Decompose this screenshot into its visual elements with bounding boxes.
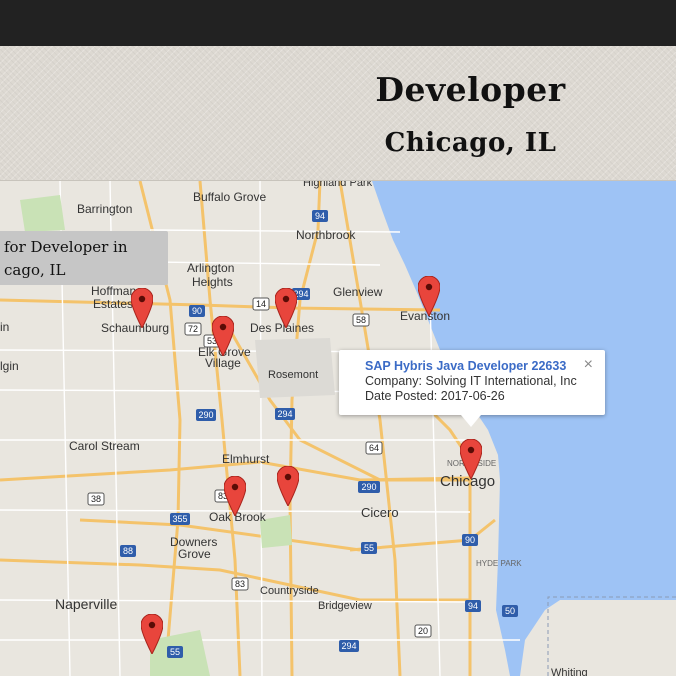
label-cicero: Cicero (361, 505, 399, 520)
shield-r58: 58 (352, 313, 370, 327)
label-buffalo-grove: Buffalo Grove (193, 190, 266, 204)
location-subtitle: Chicago, IL (384, 128, 557, 158)
label-carol-stream: Carol Stream (69, 439, 140, 453)
search-summary-line1: for Developer in (4, 238, 128, 256)
job-info-window: SAP Hybris Java Developer 22633 Company:… (339, 350, 605, 427)
shield-i94-south: 94 (465, 600, 481, 612)
shield-r88: 88 (120, 545, 136, 557)
marker-elmhurst[interactable] (277, 466, 299, 506)
label-elk-grove-2: Village (205, 356, 241, 370)
svg-text:294: 294 (341, 641, 356, 651)
shield-i94-north: 94 (312, 210, 328, 222)
svg-text:72: 72 (188, 324, 198, 334)
svg-text:58: 58 (356, 315, 366, 325)
shield-i290: 290 (196, 409, 216, 421)
shield-r38: 38 (87, 492, 105, 506)
label-in: in (0, 320, 9, 334)
label-arlington-2: Heights (192, 275, 233, 289)
svg-text:20: 20 (418, 626, 428, 636)
svg-text:55: 55 (170, 647, 180, 657)
shield-us20: 20 (414, 624, 432, 638)
svg-text:90: 90 (465, 535, 475, 545)
label-oak-brook: Oak Brook (209, 510, 267, 524)
shield-r72: 72 (184, 322, 202, 336)
label-arlington-1: Arlington (187, 261, 234, 275)
label-bridgeview: Bridgeview (318, 600, 372, 612)
label-highland-park: Highland Park (303, 181, 373, 189)
svg-text:94: 94 (315, 211, 325, 221)
page-banner (0, 46, 676, 181)
shield-r50: 50 (502, 605, 518, 617)
label-evanston: Evanston (400, 309, 450, 323)
job-date-posted: Date Posted: 2017-06-26 (365, 389, 505, 403)
search-summary-line2: cago, IL (4, 261, 66, 279)
label-chicago: Chicago (440, 473, 495, 490)
shield-i55: 55 (361, 542, 377, 554)
label-northbrook: Northbrook (296, 228, 356, 242)
state-border (547, 596, 676, 676)
shield-i290-east: 290 (358, 481, 380, 493)
ohare-area (255, 338, 335, 398)
svg-text:355: 355 (172, 514, 187, 524)
svg-text:55: 55 (364, 543, 374, 553)
svg-text:94: 94 (468, 601, 478, 611)
shield-r83b: 83 (231, 577, 249, 591)
shield-us14: 14 (252, 297, 270, 311)
label-elgin: lgin (0, 359, 19, 373)
label-rosemont: Rosemont (268, 369, 318, 381)
svg-text:290: 290 (361, 482, 376, 492)
shield-i355: 355 (170, 513, 190, 525)
shield-i55-south: 55 (167, 646, 183, 658)
svg-text:50: 50 (505, 606, 515, 616)
label-barrington: Barrington (77, 202, 132, 216)
svg-text:38: 38 (91, 494, 101, 504)
svg-text:88: 88 (123, 546, 133, 556)
svg-text:14: 14 (256, 299, 266, 309)
page-title: Developer (375, 70, 566, 109)
label-elmhurst: Elmhurst (222, 452, 270, 466)
job-company: Company: Solving IT International, Inc (365, 374, 577, 388)
svg-text:83: 83 (235, 579, 245, 589)
label-naperville: Naperville (55, 596, 117, 612)
svg-text:64: 64 (369, 443, 379, 453)
job-title-link[interactable]: SAP Hybris Java Developer 22633 (365, 359, 605, 373)
label-glenview: Glenview (333, 285, 383, 299)
shield-i294-mid: 294 (275, 408, 295, 420)
label-whiting: Whiting (551, 667, 588, 676)
label-des-plaines: Des Plaines (250, 321, 314, 335)
label-hoffman-2: Estates (93, 297, 133, 311)
svg-text:290: 290 (198, 410, 213, 420)
label-downers-2: Grove (178, 547, 211, 561)
shield-i90-west: 90 (189, 305, 205, 317)
label-hoffman-1: Hoffman (91, 284, 136, 298)
search-summary-overlay: for Developer in cago, IL (0, 231, 168, 285)
top-navbar (0, 0, 676, 46)
shield-r64: 64 (365, 441, 383, 455)
shield-i90-south: 90 (462, 534, 478, 546)
svg-text:294: 294 (277, 409, 292, 419)
close-icon[interactable]: × (584, 356, 593, 374)
label-schaumburg: Schaumburg (101, 321, 169, 335)
shield-i294-south: 294 (339, 640, 359, 652)
svg-text:90: 90 (192, 306, 202, 316)
label-countryside: Countryside (260, 585, 319, 597)
label-hyde-park: HYDE PARK (476, 559, 522, 568)
